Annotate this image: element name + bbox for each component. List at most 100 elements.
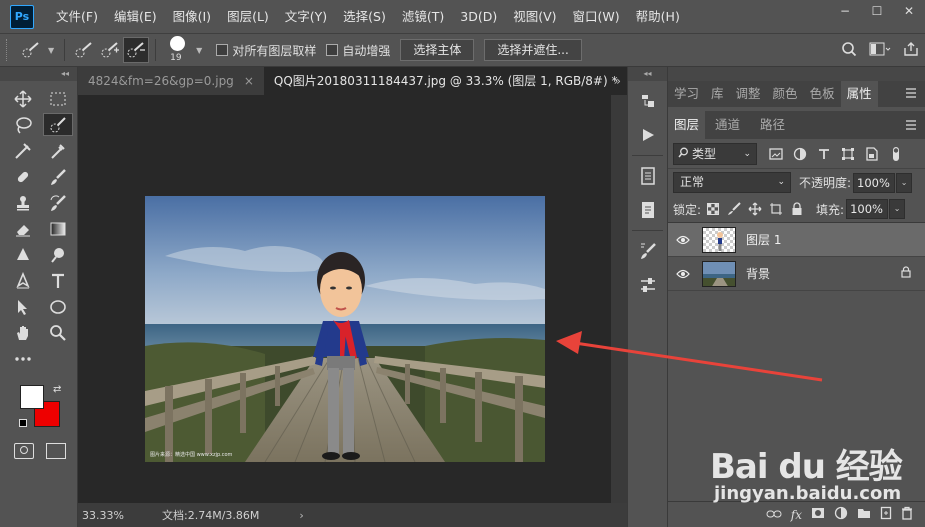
menu-window[interactable]: 窗口(W)	[565, 0, 628, 33]
default-colors-icon[interactable]	[19, 419, 27, 427]
ellipse-tool-icon[interactable]	[43, 295, 73, 318]
properties-panel-icon[interactable]	[634, 162, 662, 190]
document-tab[interactable]: 4824&fm=26&gp=0.jpg ×	[78, 67, 264, 95]
more-tools-icon[interactable]	[8, 347, 38, 370]
quick-selection-preset-icon[interactable]	[18, 37, 44, 63]
menu-layer[interactable]: 图层(L)	[219, 0, 277, 33]
history-panel-icon[interactable]	[634, 87, 662, 115]
tab-paths[interactable]: 路径	[750, 111, 795, 139]
opacity-input[interactable]: 100%	[853, 172, 896, 193]
select-and-mask-button[interactable]: 选择并遮住...	[484, 39, 582, 61]
new-layer-icon[interactable]	[880, 506, 892, 523]
collapse-tools-icon[interactable]: ◂◂	[0, 67, 77, 81]
tab-libraries[interactable]: 库	[705, 81, 730, 107]
lasso-tool-icon[interactable]	[8, 113, 38, 136]
menu-type[interactable]: 文字(Y)	[277, 0, 335, 33]
filter-toggle-icon[interactable]	[885, 145, 907, 163]
layer-name[interactable]: 图层 1	[746, 231, 781, 248]
menu-image[interactable]: 图像(I)	[165, 0, 219, 33]
lock-artboard-icon[interactable]	[767, 200, 785, 218]
new-selection-brush-icon[interactable]	[71, 37, 97, 63]
lock-icon[interactable]	[901, 266, 911, 281]
close-button[interactable]: ✕	[893, 0, 925, 22]
pixel-filter-icon[interactable]	[765, 145, 787, 163]
healing-brush-tool-icon[interactable]	[8, 165, 38, 188]
menu-file[interactable]: 文件(F)	[48, 0, 106, 33]
adjustment-filter-icon[interactable]	[789, 145, 811, 163]
vertical-scrollbar[interactable]	[611, 95, 627, 503]
opacity-dropdown-icon[interactable]: ⌄	[896, 172, 913, 193]
eyedropper-tool-icon[interactable]	[43, 139, 73, 162]
quick-mask-icon[interactable]	[14, 443, 34, 459]
share-icon[interactable]	[903, 41, 919, 60]
notes-panel-icon[interactable]	[634, 196, 662, 224]
layer-name[interactable]: 背景	[746, 265, 770, 282]
document-tab-active[interactable]: QQ图片20180311184437.jpg @ 33.3% (图层 1, RG…	[263, 67, 648, 95]
tab-channels[interactable]: 通道	[705, 111, 750, 139]
swap-colors-icon[interactable]: ⇄	[53, 384, 61, 395]
lock-position-icon[interactable]	[746, 200, 764, 218]
add-mask-icon[interactable]	[811, 507, 825, 522]
marquee-tool-icon[interactable]	[43, 87, 73, 110]
path-selection-tool-icon[interactable]	[8, 295, 38, 318]
quick-selection-tool-icon[interactable]	[43, 113, 73, 136]
link-layers-icon[interactable]	[766, 508, 782, 522]
eraser-tool-icon[interactable]	[8, 217, 38, 240]
crop-tool-icon[interactable]	[8, 139, 38, 162]
shape-filter-icon[interactable]	[837, 145, 859, 163]
workspace-icon[interactable]	[869, 42, 891, 59]
layers-panel-menu-icon[interactable]	[905, 119, 917, 131]
tab-adjustments[interactable]: 调整	[730, 81, 767, 107]
chevron-down-icon[interactable]: ▼	[196, 46, 202, 55]
screen-mode-icon[interactable]	[46, 443, 66, 459]
adjust-sliders-panel-icon[interactable]	[634, 271, 662, 299]
add-to-selection-brush-icon[interactable]	[97, 37, 123, 63]
fill-dropdown-icon[interactable]: ⌄	[889, 199, 906, 219]
visibility-eye-icon[interactable]	[668, 269, 698, 279]
history-brush-tool-icon[interactable]	[43, 191, 73, 214]
menu-help[interactable]: 帮助(H)	[628, 0, 688, 33]
minimize-button[interactable]: −	[829, 0, 861, 22]
panel-menu-icon[interactable]	[905, 87, 917, 99]
hand-tool-icon[interactable]	[8, 321, 38, 344]
zoom-tool-icon[interactable]	[43, 321, 73, 344]
canvas[interactable]: 图片来源：精选中国 www.xzjp.com	[78, 95, 611, 503]
tab-learn[interactable]: 学习	[668, 81, 705, 107]
auto-enhance-checkbox[interactable]	[326, 44, 339, 56]
lock-transparent-icon[interactable]	[704, 200, 722, 218]
menu-view[interactable]: 视图(V)	[505, 0, 564, 33]
layer-row[interactable]: 背景	[668, 257, 925, 291]
actions-panel-icon[interactable]	[634, 121, 662, 149]
trash-icon[interactable]	[901, 506, 913, 523]
gradient-tool-icon[interactable]	[43, 217, 73, 240]
layer-style-icon[interactable]: fx	[791, 508, 802, 522]
menu-3d[interactable]: 3D(D)	[452, 0, 505, 33]
select-subject-button[interactable]: 选择主体	[400, 39, 475, 61]
chevron-down-icon[interactable]: ▼	[48, 46, 54, 55]
menu-edit[interactable]: 编辑(E)	[106, 0, 165, 33]
collapse-dock-icon[interactable]: ◂◂	[628, 67, 667, 81]
close-tab-icon[interactable]: ×	[244, 74, 254, 88]
move-tool-icon[interactable]	[8, 87, 38, 110]
brush-settings-panel-icon[interactable]	[634, 237, 662, 265]
menu-filter[interactable]: 滤镜(T)	[394, 0, 452, 33]
lock-pixels-icon[interactable]	[725, 200, 743, 218]
visibility-eye-icon[interactable]	[668, 235, 698, 245]
tab-color[interactable]: 颜色	[767, 81, 804, 107]
brush-picker[interactable]: 19	[166, 35, 192, 65]
options-grip[interactable]	[6, 39, 10, 61]
tab-overflow-icon[interactable]: »	[614, 67, 621, 95]
zoom-level[interactable]: 33.33%	[78, 509, 126, 522]
smart-object-filter-icon[interactable]	[861, 145, 883, 163]
tab-swatches[interactable]: 色板	[804, 81, 841, 107]
adjustment-layer-icon[interactable]	[834, 506, 848, 523]
blend-mode-select[interactable]: 正常 ⌄	[673, 172, 791, 193]
pen-tool-icon[interactable]	[8, 269, 38, 292]
foreground-color[interactable]	[20, 385, 44, 409]
clone-stamp-tool-icon[interactable]	[8, 191, 38, 214]
subtract-from-selection-brush-icon[interactable]	[123, 37, 150, 63]
type-tool-icon[interactable]	[43, 269, 73, 292]
type-filter-icon[interactable]	[813, 145, 835, 163]
search-icon[interactable]	[841, 41, 857, 60]
layer-row[interactable]: 图层 1	[668, 223, 925, 257]
